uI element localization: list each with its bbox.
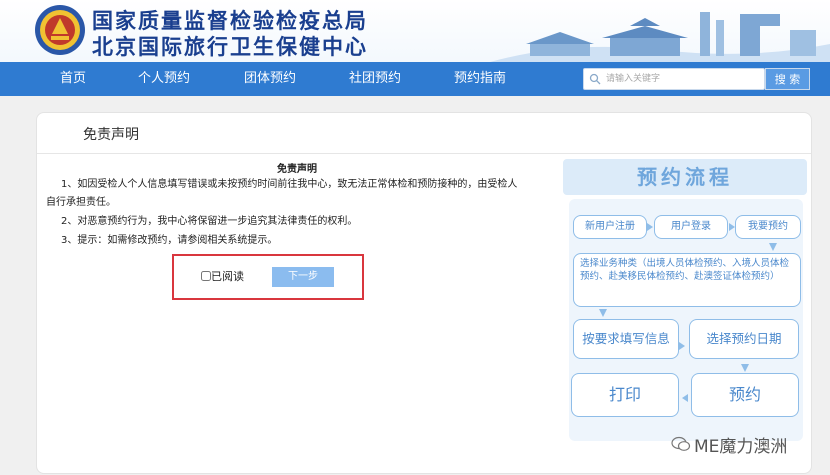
- flow-step-login: 用户登录: [654, 215, 728, 239]
- site-header: 国家质量监督检验检疫总局 北京国际旅行卫生保健中心: [0, 0, 830, 62]
- search-button[interactable]: 搜 索: [765, 68, 810, 90]
- disclaimer-panel: 免责声明 免责声明 1、如因受检人个人信息填写错误或未按预约时间前往我中心，致无…: [36, 112, 812, 474]
- nav-personal-booking[interactable]: 个人预约: [138, 62, 190, 96]
- read-checkbox-label[interactable]: 已阅读: [211, 268, 244, 284]
- nav-booking-guide[interactable]: 预约指南: [454, 62, 506, 96]
- search-icon: [589, 73, 601, 85]
- watermark-text: ME魔力澳洲: [694, 437, 788, 457]
- flow-step-category: 选择业务种类（出境人员体检预约、入境人员体检预约、赴美移民体检预约、赴澳签证体检…: [573, 253, 801, 307]
- flow-step-register: 新用户注册: [573, 215, 647, 239]
- wechat-icon: [671, 436, 691, 451]
- disclaimer-item-1: 1、如因受检人个人信息填写错误或未按预约时间前往我中心，致无法正常体检和预防接种…: [61, 179, 518, 190]
- disclaimer-item-1-cont: 自行承担责任。: [46, 197, 116, 208]
- flow-step-fill-info: 按要求填写信息: [573, 319, 679, 359]
- panel-divider: [37, 153, 811, 154]
- disclaimer-heading: 免责声明: [277, 164, 317, 175]
- nav-home[interactable]: 首页: [60, 62, 86, 96]
- flow-step-book: 我要预约: [735, 215, 801, 239]
- flow-step-print: 打印: [571, 373, 679, 417]
- flow-step-choose-date: 选择预约日期: [689, 319, 799, 359]
- read-checkbox[interactable]: [201, 271, 211, 281]
- nav-association-booking[interactable]: 社团预约: [349, 62, 401, 96]
- panel-title: 免责声明: [83, 127, 139, 143]
- disclaimer-item-2: 2、对恶意预约行为，我中心将保留进一步追究其法律责任的权利。: [61, 216, 358, 227]
- beijing-skyline-illustration: [490, 12, 830, 62]
- next-step-button[interactable]: 下一步: [272, 267, 334, 287]
- booking-flow: 预约流程 新用户注册 用户登录 我要预约 选择业务种类（出境人员体检预约、入境人…: [563, 159, 807, 449]
- search-input[interactable]: [606, 71, 761, 87]
- disclaimer-item-3: 3、提示：如需修改预约，请参阅相关系统提示。: [61, 235, 278, 246]
- nav-group-booking[interactable]: 团体预约: [244, 62, 296, 96]
- search-box: [583, 68, 765, 90]
- flow-step-reserve: 预约: [691, 373, 799, 417]
- aqsiq-emblem-icon: [35, 5, 85, 55]
- org-subtitle: 北京国际旅行卫生保健中心: [92, 35, 368, 59]
